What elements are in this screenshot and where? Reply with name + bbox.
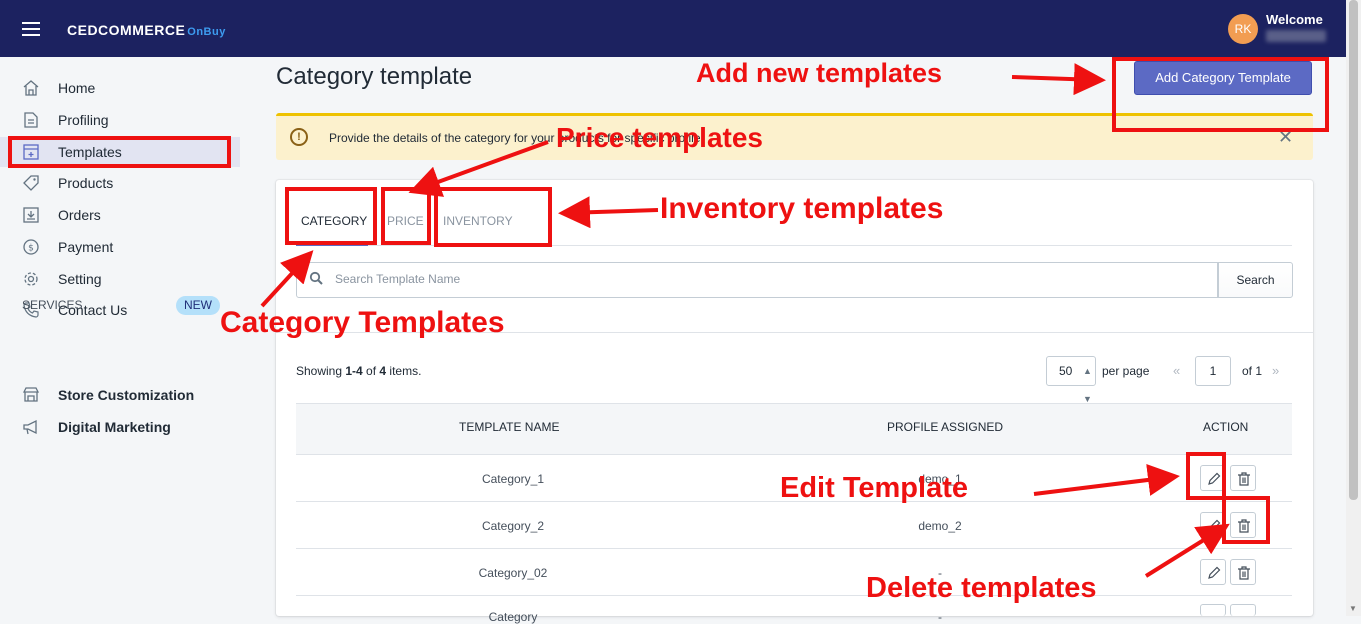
column-header-profile-assigned: PROFILE ASSIGNED — [887, 420, 1004, 434]
highlight-edit-button — [1186, 452, 1226, 500]
sidebar-item-label: Orders — [58, 207, 101, 223]
per-page-value: 50 — [1059, 364, 1073, 378]
svg-text:$: $ — [28, 244, 34, 254]
gear-icon — [22, 270, 40, 288]
logo-text: CEDCOMMERCE — [67, 22, 186, 38]
showing-mid: of — [362, 364, 380, 378]
dollar-icon: $ — [22, 238, 40, 256]
column-header-template-name: TEMPLATE NAME — [459, 420, 560, 434]
profile-cell: demo_2 — [918, 519, 962, 533]
per-page-select[interactable]: 50 ▲ ▼ — [1046, 356, 1096, 404]
logo-onbuy: OnBuy — [187, 26, 226, 38]
sidebar-item-label: Store Customization — [58, 387, 195, 403]
annotation-inventory: Inventory templates — [660, 192, 944, 225]
showing-count: Showing 1-4 of 4 items. — [296, 364, 421, 378]
blurred-username — [1266, 30, 1326, 42]
sidebar-item-orders[interactable]: Orders — [0, 200, 240, 230]
avatar[interactable]: RK — [1228, 14, 1258, 44]
edit-button[interactable] — [1200, 604, 1226, 616]
annotation-delete: Delete templates — [866, 572, 1097, 604]
sidebar-item-store-customization[interactable]: Store Customization — [0, 380, 240, 410]
sidebar-item-label: Payment — [58, 239, 114, 255]
table-header — [296, 403, 1292, 455]
sidebar-item-home[interactable]: Home — [0, 73, 240, 103]
sidebar-item-label: Setting — [58, 271, 102, 287]
sidebar-item-digital-marketing[interactable]: Digital Marketing — [0, 412, 240, 442]
delete-button[interactable] — [1230, 604, 1256, 616]
template-name-cell: Category_1 — [481, 472, 545, 486]
column-header-action: ACTION — [1203, 420, 1249, 434]
sidebar-item-profiling[interactable]: Profiling — [0, 105, 240, 135]
tag-icon — [22, 174, 40, 192]
profile-cell: - — [938, 610, 942, 624]
search-button[interactable]: Search — [1218, 262, 1293, 298]
sidebar-item-label: Products — [58, 175, 114, 191]
per-page-label: per page — [1102, 364, 1150, 378]
warning-icon: ! — [290, 128, 308, 146]
orders-icon — [22, 206, 40, 224]
trash-icon — [1238, 472, 1250, 486]
sidebar-item-label: Digital Marketing — [58, 419, 171, 435]
delete-button[interactable] — [1230, 465, 1256, 491]
sidebar-item-label: Profiling — [58, 112, 109, 128]
pencil-icon — [1208, 519, 1221, 532]
sidebar-item-label: Home — [58, 80, 96, 96]
template-name-cell: Category — [488, 610, 538, 624]
scroll-down-arrow-icon[interactable]: ▼ — [1349, 604, 1357, 613]
highlight-category-tab — [285, 187, 377, 245]
logo[interactable]: CEDCOMMERCE OnBuy — [67, 22, 226, 38]
annotation-price: Price templates — [556, 122, 763, 153]
prev-page-button[interactable]: « — [1173, 363, 1180, 378]
search-input[interactable] — [335, 272, 1195, 286]
highlight-templates — [8, 136, 231, 168]
store-icon — [22, 386, 40, 404]
annotation-edit: Edit Template — [780, 472, 968, 504]
delete-button[interactable] — [1230, 559, 1256, 585]
megaphone-icon — [22, 418, 40, 436]
page-title: Category template — [276, 63, 473, 90]
new-badge: NEW — [176, 296, 220, 315]
top-bar: CEDCOMMERCE OnBuy RK Welcome — [0, 0, 1361, 57]
sidebar-item-setting[interactable]: Setting — [0, 264, 240, 294]
highlight-add-button — [1112, 57, 1329, 132]
search-field — [296, 262, 1218, 298]
template-name-cell: Category_2 — [481, 519, 545, 533]
page-of-label: of 1 — [1242, 364, 1263, 378]
showing-suffix: items. — [386, 364, 422, 378]
highlight-inventory-tab — [434, 187, 552, 247]
showing-range: 1-4 — [345, 364, 363, 378]
services-section-label: SERVICES — [22, 298, 83, 312]
trash-icon — [1238, 566, 1250, 580]
highlight-price-tab — [381, 187, 431, 245]
scrollbar-thumb[interactable] — [1349, 0, 1358, 500]
showing-prefix: Showing — [296, 364, 346, 378]
welcome-text[interactable]: Welcome — [1266, 12, 1323, 27]
sidebar-item-products[interactable]: Products — [0, 168, 240, 198]
highlight-delete-button — [1222, 496, 1270, 544]
annotation-category: Category Templates — [220, 306, 505, 339]
edit-button[interactable] — [1200, 559, 1226, 585]
search-icon — [309, 271, 323, 285]
template-name-cell: Category_02 — [478, 566, 548, 580]
pencil-icon — [1208, 566, 1221, 579]
home-icon — [22, 79, 40, 97]
page-number-input[interactable]: 1 — [1195, 356, 1231, 386]
profiling-icon — [22, 111, 40, 129]
sidebar-item-payment[interactable]: $ Payment — [0, 232, 240, 262]
next-page-button[interactable]: » — [1272, 363, 1279, 378]
annotation-add-new: Add new templates — [696, 58, 943, 88]
hamburger-menu-icon[interactable] — [22, 22, 40, 36]
